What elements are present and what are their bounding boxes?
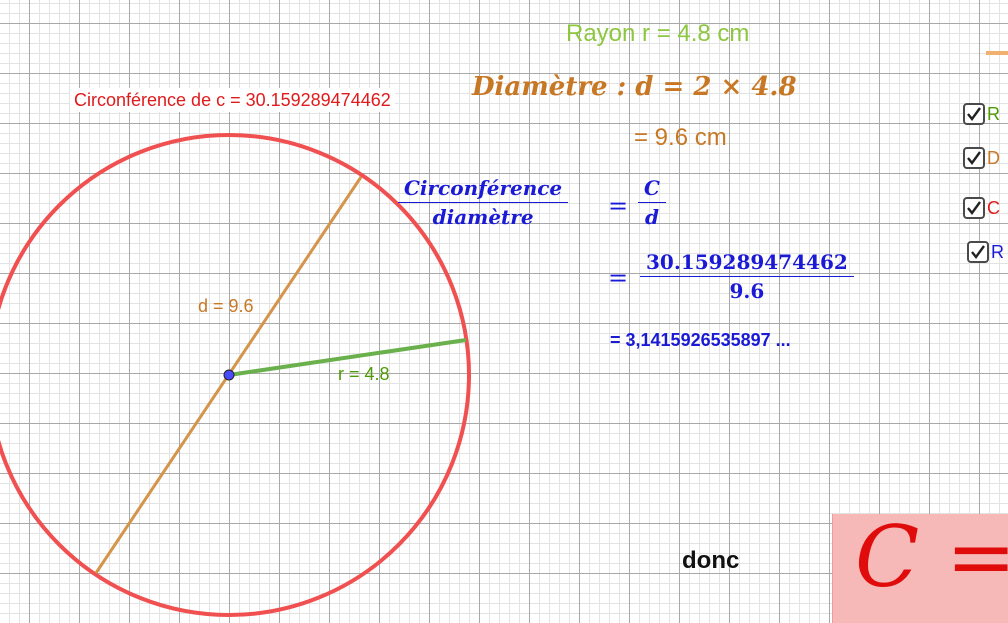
equals-sign: = [608,264,629,292]
checkbox-box[interactable] [963,103,985,125]
pi-value-text[interactable]: = 3,1415926535897 ... [610,330,791,351]
donc-text[interactable]: donc [682,547,739,575]
formula-text: C = [855,514,1008,606]
checkbox-rayon[interactable]: R [963,103,1000,125]
checkbox-label: R [987,103,1000,124]
equals-sign: = [608,192,629,220]
fraction-denominator: diamètre [432,205,534,229]
checkmark-icon [967,107,981,121]
checkbox-rapport[interactable]: R [967,241,1004,263]
fraction-numerator: Circonférence [398,176,569,203]
fraction-numerator: 30.159289474462 [640,250,854,277]
corner-segment [986,51,1008,55]
diametre-text[interactable]: Diamètre : d = 2 × 4.8 [472,72,797,102]
fraction-denominator: 9.6 [729,279,765,303]
formula-panel[interactable]: C = [832,514,1008,623]
checkbox-label: C [987,197,1000,218]
checkbox-box[interactable] [967,241,989,263]
fraction-numerator: C [638,176,666,203]
fraction-denominator: d [644,205,659,229]
diameter-label[interactable]: d = 9.6 [198,296,254,316]
checkmark-icon [967,201,981,215]
fraction-circonference-diametre[interactable]: Circonférence diamètre [398,176,569,229]
fraction-c-d[interactable]: C d [638,176,666,229]
center-point[interactable] [223,369,235,381]
radius-label[interactable]: r = 4.8 [338,364,390,384]
rayon-text[interactable]: Rayon r = 4.8 cm [566,20,749,48]
checkbox-box[interactable] [963,147,985,169]
checkmark-icon [967,151,981,165]
circumference-label[interactable]: Circonférence de c = 30.159289474462 [70,88,395,112]
checkmark-icon [971,245,985,259]
fraction-values[interactable]: 30.159289474462 9.6 [640,250,854,303]
checkbox-circonference[interactable]: C [963,197,1000,219]
checkbox-label: R [991,241,1004,262]
diametre-result[interactable]: = 9.6 cm [634,124,727,152]
checkbox-label: D [987,147,1000,168]
checkbox-diametre[interactable]: D [963,147,1000,169]
checkbox-box[interactable] [963,197,985,219]
